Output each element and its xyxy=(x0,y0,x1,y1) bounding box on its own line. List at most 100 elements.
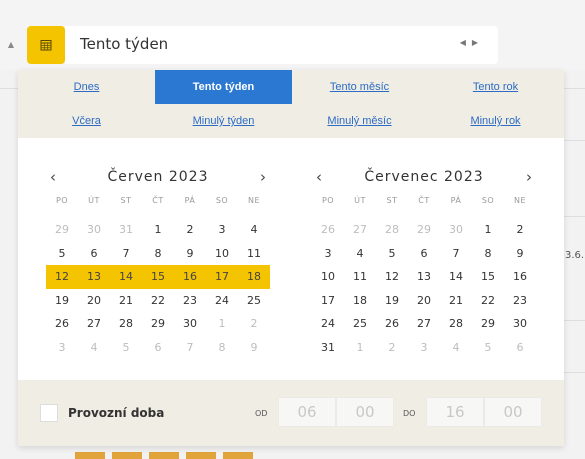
chevron-left-icon[interactable]: ◀ xyxy=(460,38,472,47)
day-cell-outside[interactable]: 5 xyxy=(472,336,504,360)
day-cell[interactable]: 10 xyxy=(312,265,344,289)
day-cell[interactable]: 1 xyxy=(472,218,504,242)
day-cell[interactable]: 2 xyxy=(504,218,536,242)
business-hours-checkbox[interactable] xyxy=(40,404,58,422)
from-minute-input[interactable]: 00 xyxy=(336,397,394,427)
chevron-right-icon[interactable]: ▶ xyxy=(472,38,484,47)
day-cell[interactable]: 26 xyxy=(376,312,408,336)
to-minute-input[interactable]: 00 xyxy=(484,397,542,427)
day-cell[interactable]: 11 xyxy=(238,242,270,266)
day-cell-selected[interactable]: 17 xyxy=(206,265,238,289)
day-cell-outside[interactable]: 5 xyxy=(110,336,142,360)
next-month-button[interactable]: › xyxy=(522,166,536,188)
day-cell[interactable]: 7 xyxy=(440,242,472,266)
day-cell[interactable]: 9 xyxy=(174,242,206,266)
day-cell-outside[interactable]: 2 xyxy=(238,312,270,336)
quick-range-last-year[interactable]: Minulý rok xyxy=(427,104,564,138)
quick-range-this-month[interactable]: Tento měsíc xyxy=(291,70,428,104)
day-cell-outside[interactable]: 4 xyxy=(440,336,472,360)
day-cell[interactable]: 15 xyxy=(472,265,504,289)
day-cell[interactable]: 30 xyxy=(504,312,536,336)
day-cell-selected[interactable]: 13 xyxy=(78,265,110,289)
day-cell-selected[interactable]: 12 xyxy=(46,265,78,289)
day-cell-outside[interactable]: 29 xyxy=(46,218,78,242)
day-cell[interactable]: 21 xyxy=(110,289,142,313)
day-cell[interactable]: 11 xyxy=(344,265,376,289)
day-cell-outside[interactable]: 6 xyxy=(504,336,536,360)
day-cell-outside[interactable]: 29 xyxy=(408,218,440,242)
day-cell[interactable]: 5 xyxy=(376,242,408,266)
day-cell[interactable]: 9 xyxy=(504,242,536,266)
day-cell-outside[interactable]: 30 xyxy=(440,218,472,242)
day-cell[interactable]: 13 xyxy=(408,265,440,289)
day-cell[interactable]: 4 xyxy=(344,242,376,266)
day-cell-outside[interactable]: 7 xyxy=(174,336,206,360)
day-cell[interactable]: 22 xyxy=(142,289,174,313)
day-cell[interactable]: 26 xyxy=(46,312,78,336)
day-cell[interactable]: 27 xyxy=(78,312,110,336)
quick-range-last-month[interactable]: Minulý měsíc xyxy=(291,104,428,138)
day-cell[interactable]: 2 xyxy=(174,218,206,242)
day-cell-outside[interactable]: 9 xyxy=(238,336,270,360)
day-cell-selected[interactable]: 14 xyxy=(110,265,142,289)
day-cell[interactable]: 5 xyxy=(46,242,78,266)
day-cell[interactable]: 4 xyxy=(238,218,270,242)
day-cell[interactable]: 25 xyxy=(344,312,376,336)
day-cell[interactable]: 8 xyxy=(142,242,174,266)
day-cell-outside[interactable]: 31 xyxy=(110,218,142,242)
day-cell[interactable]: 31 xyxy=(312,336,344,360)
day-cell[interactable]: 8 xyxy=(472,242,504,266)
quick-range-this-week[interactable]: Tento týden xyxy=(155,70,292,104)
day-cell-outside[interactable]: 6 xyxy=(142,336,174,360)
day-cell[interactable]: 17 xyxy=(312,289,344,313)
day-cell-outside[interactable]: 1 xyxy=(344,336,376,360)
day-cell[interactable]: 3 xyxy=(206,218,238,242)
day-cell[interactable]: 14 xyxy=(440,265,472,289)
day-cell[interactable]: 30 xyxy=(174,312,206,336)
day-cell[interactable]: 24 xyxy=(206,289,238,313)
quick-range-yesterday[interactable]: Včera xyxy=(18,104,155,138)
day-cell-outside[interactable]: 27 xyxy=(344,218,376,242)
quick-range-today[interactable]: Dnes xyxy=(18,70,155,104)
next-month-button[interactable]: › xyxy=(256,166,270,188)
day-cell[interactable]: 20 xyxy=(408,289,440,313)
quick-range-this-year[interactable]: Tento rok xyxy=(427,70,564,104)
day-cell[interactable]: 27 xyxy=(408,312,440,336)
day-cell-outside[interactable]: 26 xyxy=(312,218,344,242)
day-cell-selected[interactable]: 15 xyxy=(142,265,174,289)
day-cell[interactable]: 29 xyxy=(142,312,174,336)
day-cell-outside[interactable]: 28 xyxy=(376,218,408,242)
from-hour-input[interactable]: 06 xyxy=(278,397,336,427)
collapse-caret-icon[interactable]: ▲ xyxy=(6,40,16,50)
day-cell[interactable]: 19 xyxy=(376,289,408,313)
day-cell[interactable]: 10 xyxy=(206,242,238,266)
range-step-arrows[interactable]: ◀▶ xyxy=(460,38,484,47)
day-cell[interactable]: 20 xyxy=(78,289,110,313)
day-cell[interactable]: 16 xyxy=(504,265,536,289)
day-cell[interactable]: 29 xyxy=(472,312,504,336)
quick-range-last-week[interactable]: Minulý týden xyxy=(155,104,292,138)
day-cell[interactable]: 6 xyxy=(408,242,440,266)
day-cell[interactable]: 12 xyxy=(376,265,408,289)
day-cell-selected[interactable]: 16 xyxy=(174,265,206,289)
day-cell[interactable]: 21 xyxy=(440,289,472,313)
day-cell-outside[interactable]: 8 xyxy=(206,336,238,360)
day-cell[interactable]: 28 xyxy=(440,312,472,336)
day-cell[interactable]: 23 xyxy=(504,289,536,313)
day-cell[interactable]: 28 xyxy=(110,312,142,336)
day-cell[interactable]: 18 xyxy=(344,289,376,313)
date-range-field[interactable]: Tento týden ◀▶ xyxy=(65,26,498,64)
day-cell-selected[interactable]: 18 xyxy=(238,265,270,289)
day-cell-outside[interactable]: 3 xyxy=(408,336,440,360)
day-cell[interactable]: 23 xyxy=(174,289,206,313)
day-cell[interactable]: 22 xyxy=(472,289,504,313)
day-cell[interactable]: 7 xyxy=(110,242,142,266)
day-cell[interactable]: 3 xyxy=(312,242,344,266)
day-cell-outside[interactable]: 2 xyxy=(376,336,408,360)
day-cell-outside[interactable]: 30 xyxy=(78,218,110,242)
to-hour-input[interactable]: 16 xyxy=(426,397,484,427)
day-cell[interactable]: 1 xyxy=(142,218,174,242)
day-cell[interactable]: 24 xyxy=(312,312,344,336)
day-cell-outside[interactable]: 1 xyxy=(206,312,238,336)
day-cell[interactable]: 19 xyxy=(46,289,78,313)
